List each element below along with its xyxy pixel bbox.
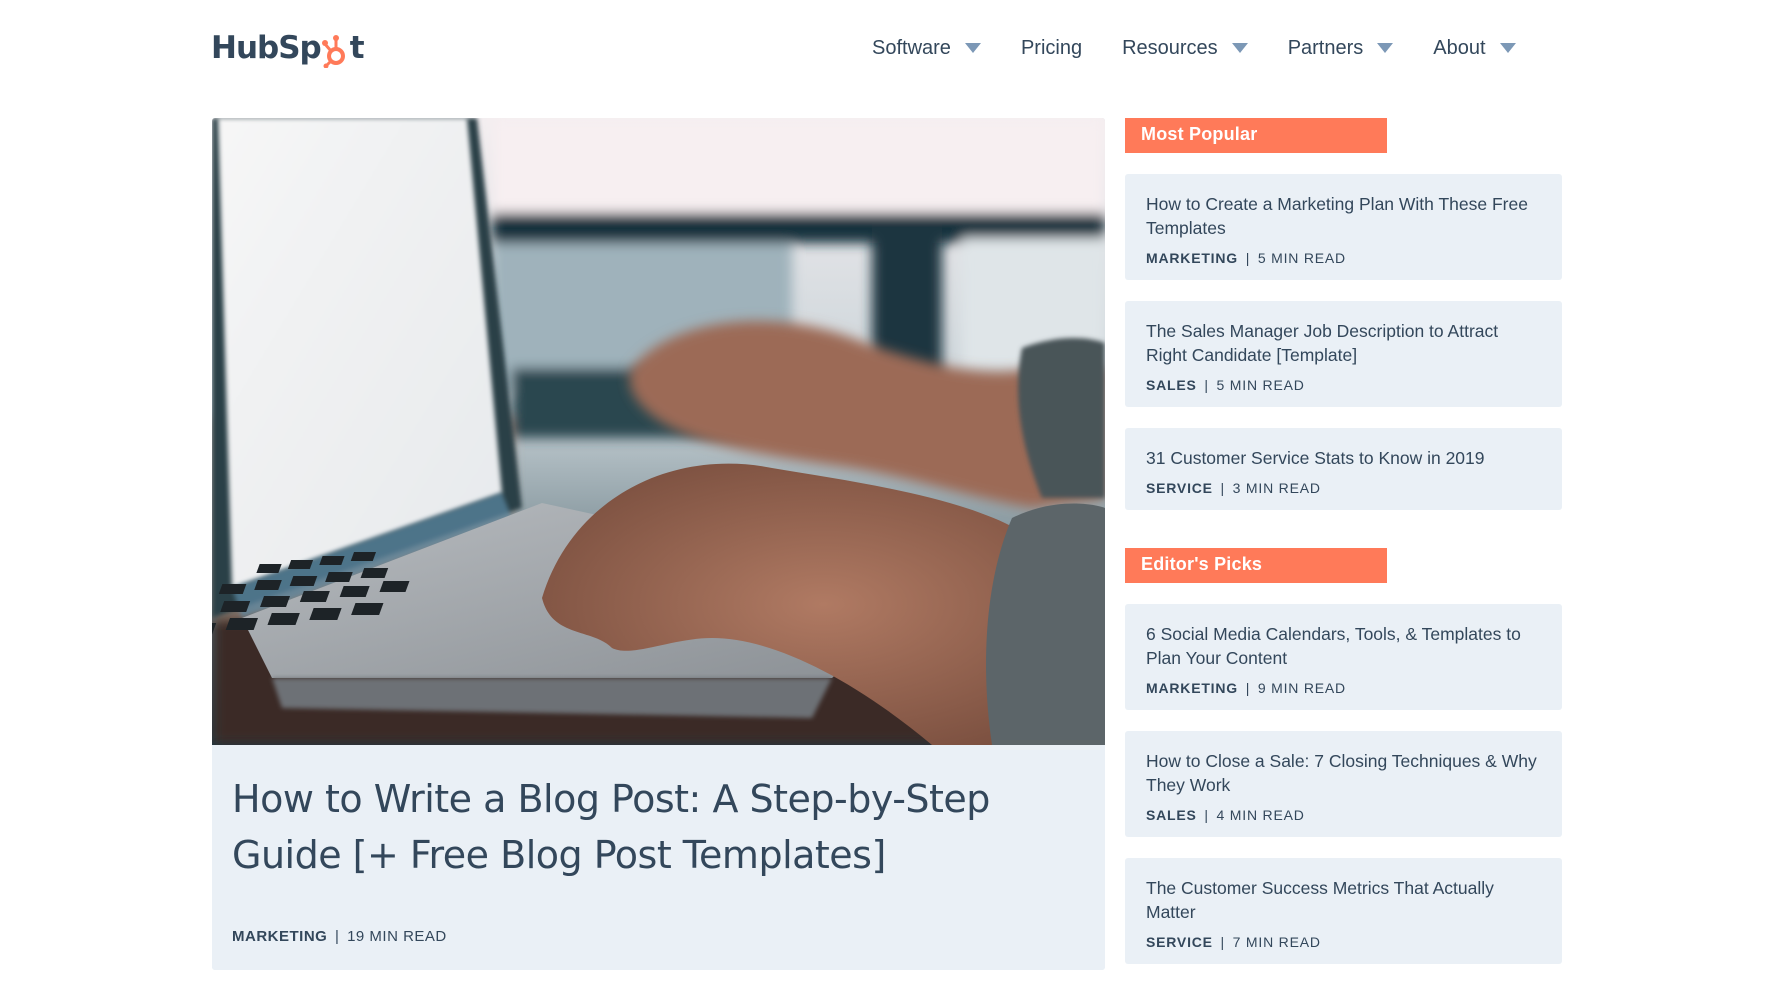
sidebar: Most Popular How to Create a Marketing P… bbox=[1125, 118, 1562, 964]
post-category[interactable]: SERVICE bbox=[1146, 480, 1213, 496]
meta-separator: | bbox=[1245, 680, 1251, 696]
post-meta: SERVICE | 3 MIN READ bbox=[1146, 480, 1542, 496]
meta-separator: | bbox=[1245, 250, 1251, 266]
meta-separator: | bbox=[1204, 807, 1209, 823]
post-title[interactable]: The Sales Manager Job Description to Att… bbox=[1146, 319, 1542, 367]
post-category[interactable]: MARKETING bbox=[232, 928, 327, 945]
read-time: 7 MIN READ bbox=[1232, 934, 1321, 950]
post-meta: SERVICE | 7 MIN READ bbox=[1146, 934, 1542, 950]
nav-software[interactable]: Software bbox=[872, 37, 981, 60]
caret-down-icon bbox=[1377, 43, 1394, 53]
read-time: 4 MIN READ bbox=[1216, 807, 1305, 823]
post-meta: SALES | 4 MIN READ bbox=[1146, 807, 1542, 823]
nav-label: Partners bbox=[1287, 36, 1364, 59]
logo-text-right: t bbox=[349, 30, 365, 66]
meta-separator: | bbox=[1220, 934, 1225, 950]
featured-post-meta: MARKETING | 19 MIN READ bbox=[232, 928, 447, 945]
post-category[interactable]: SALES bbox=[1146, 377, 1197, 393]
post-meta: MARKETING | 9 MIN READ bbox=[1146, 680, 1542, 696]
post-title[interactable]: How to Close a Sale: 7 Closing Technique… bbox=[1146, 749, 1542, 797]
nav-label: Pricing bbox=[1020, 36, 1083, 59]
meta-separator: | bbox=[1220, 480, 1225, 496]
caret-down-icon bbox=[964, 43, 981, 53]
post-meta: SALES | 5 MIN READ bbox=[1146, 377, 1542, 393]
featured-post-image bbox=[212, 118, 1105, 745]
popular-post-card[interactable]: 31 Customer Service Stats to Know in 201… bbox=[1125, 428, 1562, 510]
read-time: 5 MIN READ bbox=[1257, 250, 1346, 266]
popular-post-card[interactable]: The Sales Manager Job Description to Att… bbox=[1125, 301, 1562, 407]
read-time: 5 MIN READ bbox=[1216, 377, 1305, 393]
featured-post-card[interactable]: How to Write a Blog Post: A Step-by-Step… bbox=[212, 118, 1105, 970]
logo-text-left: HubSp bbox=[211, 30, 322, 66]
logo-wordmark: HubSp t bbox=[211, 30, 365, 68]
post-category[interactable]: SERVICE bbox=[1146, 934, 1213, 950]
post-title[interactable]: The Customer Success Metrics That Actual… bbox=[1146, 876, 1542, 924]
meta-separator: | bbox=[335, 928, 340, 945]
featured-post-body: How to Write a Blog Post: A Step-by-Step… bbox=[212, 745, 1105, 970]
laptop-typing-illustration bbox=[212, 118, 1105, 745]
read-time: 9 MIN READ bbox=[1257, 680, 1346, 696]
featured-post-title[interactable]: How to Write a Blog Post: A Step-by-Step… bbox=[232, 771, 1072, 883]
main-nav: Software Pricing Resources Partners Abou… bbox=[872, 30, 1516, 66]
nav-resources[interactable]: Resources bbox=[1122, 37, 1248, 60]
nav-about[interactable]: About bbox=[1433, 36, 1516, 60]
sprocket-icon bbox=[321, 35, 345, 68]
post-title[interactable]: How to Create a Marketing Plan With Thes… bbox=[1146, 192, 1542, 240]
most-popular-heading: Most Popular bbox=[1125, 118, 1387, 153]
nav-pricing[interactable]: Pricing bbox=[1021, 37, 1082, 60]
editors-pick-card[interactable]: How to Close a Sale: 7 Closing Technique… bbox=[1125, 731, 1562, 837]
post-title[interactable]: 31 Customer Service Stats to Know in 201… bbox=[1146, 446, 1542, 470]
popular-post-card[interactable]: How to Create a Marketing Plan With Thes… bbox=[1125, 174, 1562, 280]
post-category[interactable]: MARKETING bbox=[1146, 250, 1238, 266]
caret-down-icon bbox=[1231, 43, 1248, 53]
post-category[interactable]: SALES bbox=[1146, 807, 1197, 823]
nav-label: Resources bbox=[1122, 36, 1218, 59]
editors-picks-heading: Editor's Picks bbox=[1125, 548, 1387, 583]
hubspot-logo[interactable]: HubSp t bbox=[211, 26, 365, 70]
nav-label: Software bbox=[872, 36, 951, 59]
post-category[interactable]: MARKETING bbox=[1146, 680, 1238, 696]
post-meta: MARKETING | 5 MIN READ bbox=[1146, 250, 1542, 266]
read-time: 19 MIN READ bbox=[347, 928, 447, 945]
meta-separator: | bbox=[1204, 377, 1209, 393]
caret-down-icon bbox=[1499, 43, 1516, 53]
nav-partners[interactable]: Partners bbox=[1288, 37, 1394, 60]
nav-label: About bbox=[1433, 36, 1486, 59]
editors-pick-card[interactable]: 6 Social Media Calendars, Tools, & Templ… bbox=[1125, 604, 1562, 710]
editors-pick-card[interactable]: The Customer Success Metrics That Actual… bbox=[1125, 858, 1562, 964]
read-time: 3 MIN READ bbox=[1232, 480, 1321, 496]
post-title[interactable]: 6 Social Media Calendars, Tools, & Templ… bbox=[1146, 622, 1542, 670]
